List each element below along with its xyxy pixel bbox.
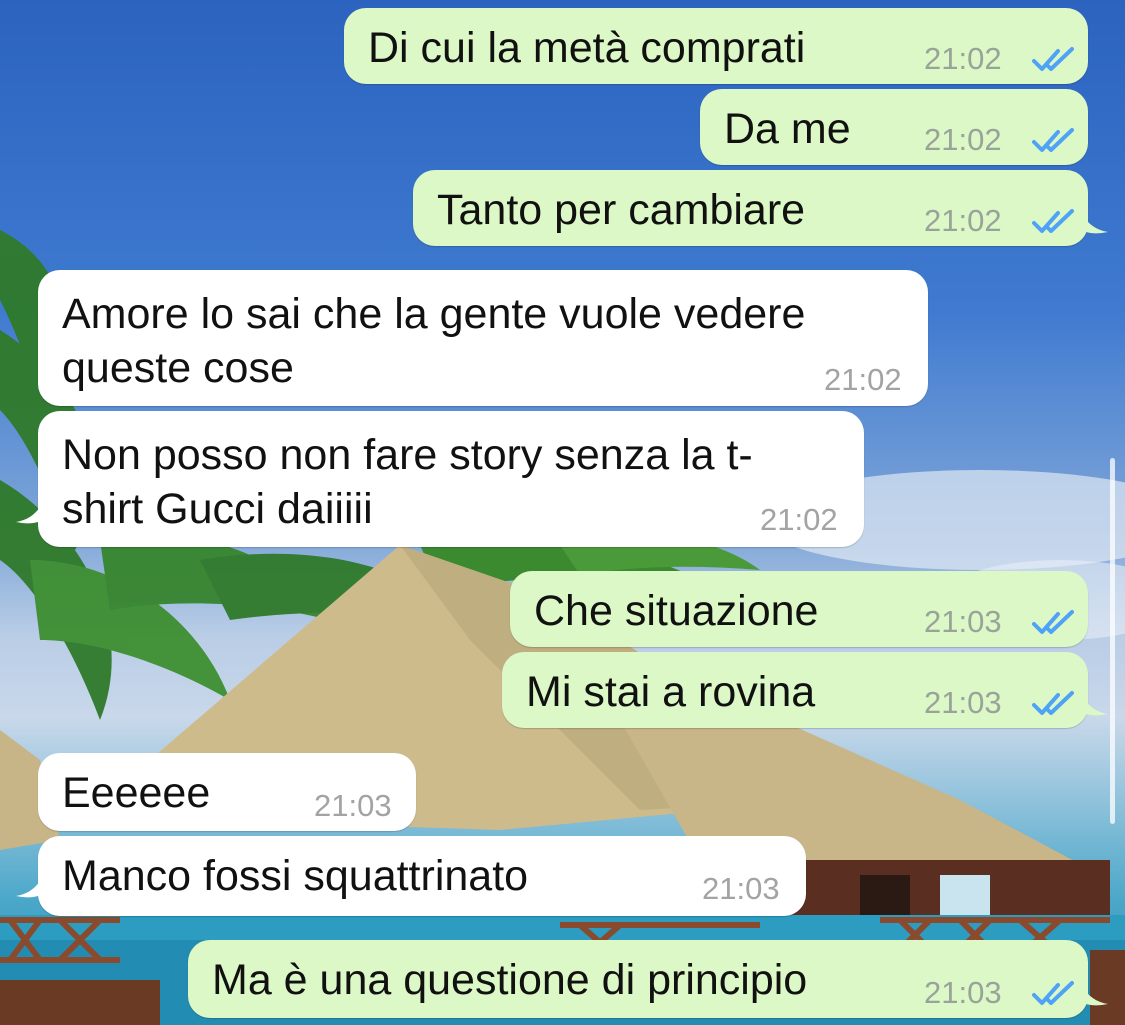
message-timestamp: 21:02 <box>924 203 1002 238</box>
message-timestamp: 21:03 <box>314 788 392 823</box>
message-bubble-outgoing[interactable]: Tanto per cambiare 21:02 <box>413 170 1088 246</box>
message-text-line-2: queste cose <box>62 344 294 392</box>
message-timestamp: 21:03 <box>924 685 1002 720</box>
message-timestamp: 21:02 <box>924 41 1002 76</box>
message-timestamp: 21:03 <box>924 975 1002 1010</box>
bubble-tail <box>1082 214 1108 234</box>
message-timestamp: 21:02 <box>924 122 1002 157</box>
double-check-icon <box>1032 128 1074 152</box>
message-bubble-outgoing[interactable]: Ma è una questione di principio 21:03 <box>188 940 1088 1018</box>
message-timestamp: 21:02 <box>824 362 902 397</box>
message-bubble-outgoing[interactable]: Mi stai a rovina 21:03 <box>502 652 1088 728</box>
bubble-tail <box>16 504 42 524</box>
message-bubble-incoming[interactable]: Amore lo sai che la gente vuole vedere q… <box>38 270 928 406</box>
double-check-icon <box>1032 47 1074 71</box>
scrollbar[interactable] <box>1110 458 1115 824</box>
bubble-tail <box>16 878 42 898</box>
message-list[interactable]: Di cui la metà comprati 21:02 Da me 21:0… <box>0 0 1125 1025</box>
message-text-line-1: Non posso non fare story senza la t- <box>62 431 753 479</box>
message-bubble-outgoing[interactable]: Che situazione 21:03 <box>510 571 1088 647</box>
message-text: Di cui la metà comprati <box>368 24 806 72</box>
message-bubble-incoming[interactable]: Eeeeee 21:03 <box>38 753 416 831</box>
message-text-line-1: Amore lo sai che la gente vuole vedere <box>62 290 806 338</box>
double-check-icon <box>1032 610 1074 634</box>
message-bubble-incoming[interactable]: Manco fossi squattrinato 21:03 <box>38 836 806 916</box>
double-check-icon <box>1032 691 1074 715</box>
message-text: Tanto per cambiare <box>437 186 806 234</box>
message-text-line-2: shirt Gucci daiiiii <box>62 485 373 533</box>
bubble-tail <box>1082 696 1108 716</box>
message-text: Eeeeee <box>62 769 211 817</box>
message-text: Mi stai a rovina <box>526 668 816 716</box>
message-timestamp: 21:02 <box>760 502 838 537</box>
message-timestamp: 21:03 <box>702 871 780 906</box>
message-timestamp: 21:03 <box>924 604 1002 639</box>
message-text: Da me <box>724 105 851 153</box>
message-bubble-outgoing[interactable]: Da me 21:02 <box>700 89 1088 165</box>
message-bubble-outgoing[interactable]: Di cui la metà comprati 21:02 <box>344 8 1088 84</box>
double-check-icon <box>1032 209 1074 233</box>
message-text: Che situazione <box>534 587 819 635</box>
message-text: Ma è una questione di principio <box>212 956 808 1004</box>
bubble-tail <box>1082 986 1108 1006</box>
message-bubble-incoming[interactable]: Non posso non fare story senza la t- shi… <box>38 411 864 547</box>
double-check-icon <box>1032 981 1074 1005</box>
message-text: Manco fossi squattrinato <box>62 852 529 900</box>
